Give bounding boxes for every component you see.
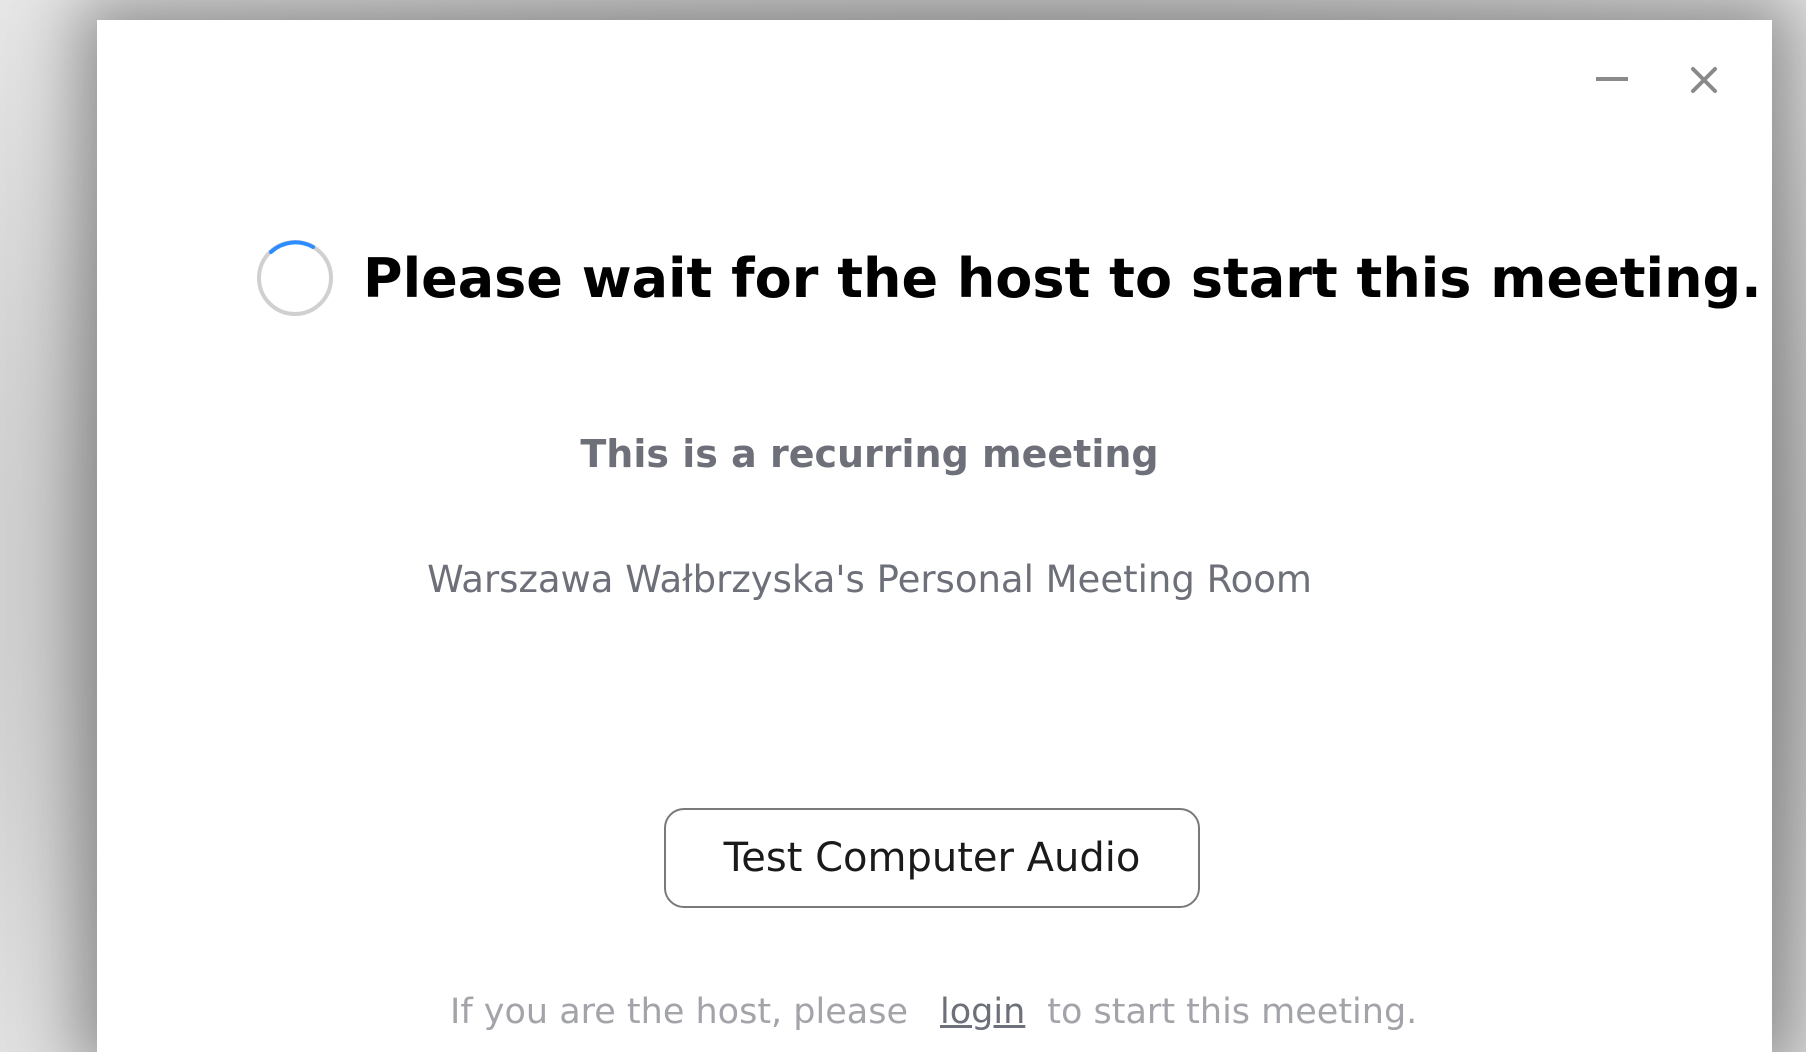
host-hint-prefix: If you are the host, please	[450, 992, 908, 1032]
waiting-headline: Please wait for the host to start this m…	[363, 246, 1762, 310]
meeting-room-name: Warszawa Wałbrzyska's Personal Meeting R…	[427, 558, 1312, 601]
close-icon	[1691, 67, 1717, 93]
close-button[interactable]	[1682, 58, 1726, 102]
host-hint-suffix: to start this meeting.	[1047, 992, 1418, 1032]
login-link[interactable]: login	[940, 992, 1025, 1032]
loading-spinner-icon	[257, 240, 333, 316]
host-login-hint: If you are the host, please login to start…	[450, 992, 1417, 1032]
window-controls	[1590, 58, 1726, 102]
waiting-room-window: Please wait for the host to start this m…	[97, 20, 1772, 1052]
minimize-icon	[1596, 77, 1628, 81]
minimize-button[interactable]	[1590, 58, 1634, 102]
waiting-status: Please wait for the host to start this m…	[255, 238, 1762, 318]
test-computer-audio-button[interactable]: Test Computer Audio	[664, 808, 1200, 908]
recurring-meeting-label: This is a recurring meeting	[580, 432, 1159, 476]
